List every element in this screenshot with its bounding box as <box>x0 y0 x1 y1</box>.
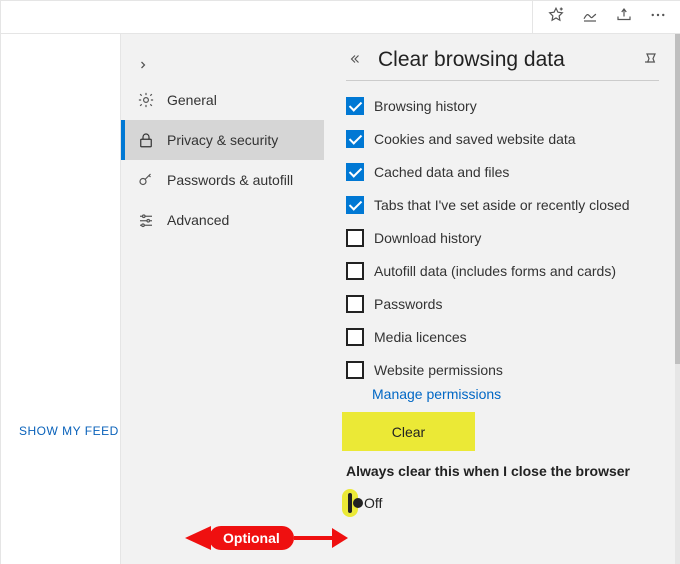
checkbox-row[interactable]: Tabs that I've set aside or recently clo… <box>346 196 659 214</box>
checkbox[interactable] <box>346 229 364 247</box>
checkbox-label: Media licences <box>374 329 467 345</box>
checkbox[interactable] <box>346 97 364 115</box>
sidebar-item-label: Privacy & security <box>167 132 278 148</box>
checkbox-label: Cached data and files <box>374 164 509 180</box>
more-icon[interactable] <box>649 6 667 29</box>
pin-icon[interactable] <box>643 52 659 71</box>
checkbox-row[interactable]: Passwords <box>346 295 659 313</box>
page-left-column: SHOW MY FEED <box>1 34 121 564</box>
always-clear-heading: Always clear this when I close the brows… <box>346 463 659 479</box>
favorites-icon[interactable] <box>547 6 565 29</box>
checkbox-row[interactable]: Cookies and saved website data <box>346 130 659 148</box>
checkbox-label: Download history <box>374 230 481 246</box>
checkbox[interactable] <box>346 295 364 313</box>
panel-header: Clear browsing data <box>346 48 659 81</box>
title-bar <box>1 1 680 34</box>
always-clear-toggle[interactable] <box>348 493 352 513</box>
sidebar-item-advanced[interactable]: Advanced <box>121 200 324 240</box>
toggle-state-label: Off <box>364 495 382 511</box>
checkbox-row[interactable]: Autofill data (includes forms and cards) <box>346 262 659 280</box>
checkbox[interactable] <box>346 130 364 148</box>
sidebar-item-label: Advanced <box>167 212 229 228</box>
optional-label: Optional <box>209 526 294 550</box>
manage-permissions-link[interactable]: Manage permissions <box>372 386 659 402</box>
sliders-icon <box>137 211 155 229</box>
sidebar-item-general[interactable]: General <box>121 80 324 120</box>
sidebar-item-passwords-autofill[interactable]: Passwords & autofill <box>121 160 324 200</box>
title-bar-icons <box>533 6 680 29</box>
content-body: SHOW MY FEED General Privacy & security … <box>1 34 680 564</box>
checkbox-label: Cookies and saved website data <box>374 131 576 147</box>
checkbox[interactable] <box>346 262 364 280</box>
window: SHOW MY FEED General Privacy & security … <box>0 0 680 564</box>
lock-icon <box>137 131 155 149</box>
checkbox-label: Website permissions <box>374 362 503 378</box>
address-bar[interactable] <box>1 1 533 33</box>
settings-panel: Clear browsing data Browsing history Cook… <box>324 34 680 564</box>
show-my-feed-link[interactable]: SHOW MY FEED <box>19 424 119 438</box>
checkbox-row[interactable]: Website permissions <box>346 361 659 379</box>
scrollbar[interactable] <box>675 34 680 564</box>
checkbox-row[interactable]: Browsing history <box>346 97 659 115</box>
optional-annotation: Optional <box>209 526 334 550</box>
settings-sidebar: General Privacy & security Passwords & a… <box>121 34 324 564</box>
checkbox-label: Autofill data (includes forms and cards) <box>374 263 616 279</box>
checkbox-row[interactable]: Media licences <box>346 328 659 346</box>
gear-icon <box>137 91 155 109</box>
checkbox-row[interactable]: Download history <box>346 229 659 247</box>
share-icon[interactable] <box>615 6 633 29</box>
checkbox-list: Browsing history Cookies and saved websit… <box>346 97 659 379</box>
checkbox-label: Browsing history <box>374 98 477 114</box>
always-clear-toggle-row: Off <box>346 493 382 513</box>
sidebar-item-label: Passwords & autofill <box>167 172 293 188</box>
checkbox[interactable] <box>346 163 364 181</box>
checkbox-label: Tabs that I've set aside or recently clo… <box>374 197 630 213</box>
clear-button[interactable]: Clear <box>346 416 471 447</box>
sidebar-item-privacy-security[interactable]: Privacy & security <box>121 120 324 160</box>
sidebar-back-button[interactable] <box>121 48 324 80</box>
panel-title: Clear browsing data <box>378 48 565 72</box>
checkbox-row[interactable]: Cached data and files <box>346 163 659 181</box>
key-icon <box>137 171 155 189</box>
arrow-icon <box>294 536 334 540</box>
checkbox[interactable] <box>346 196 364 214</box>
panel-back-button[interactable] <box>346 50 364 71</box>
sidebar-item-label: General <box>167 92 217 108</box>
notes-icon[interactable] <box>581 6 599 29</box>
checkbox-label: Passwords <box>374 296 442 312</box>
checkbox[interactable] <box>346 361 364 379</box>
checkbox[interactable] <box>346 328 364 346</box>
